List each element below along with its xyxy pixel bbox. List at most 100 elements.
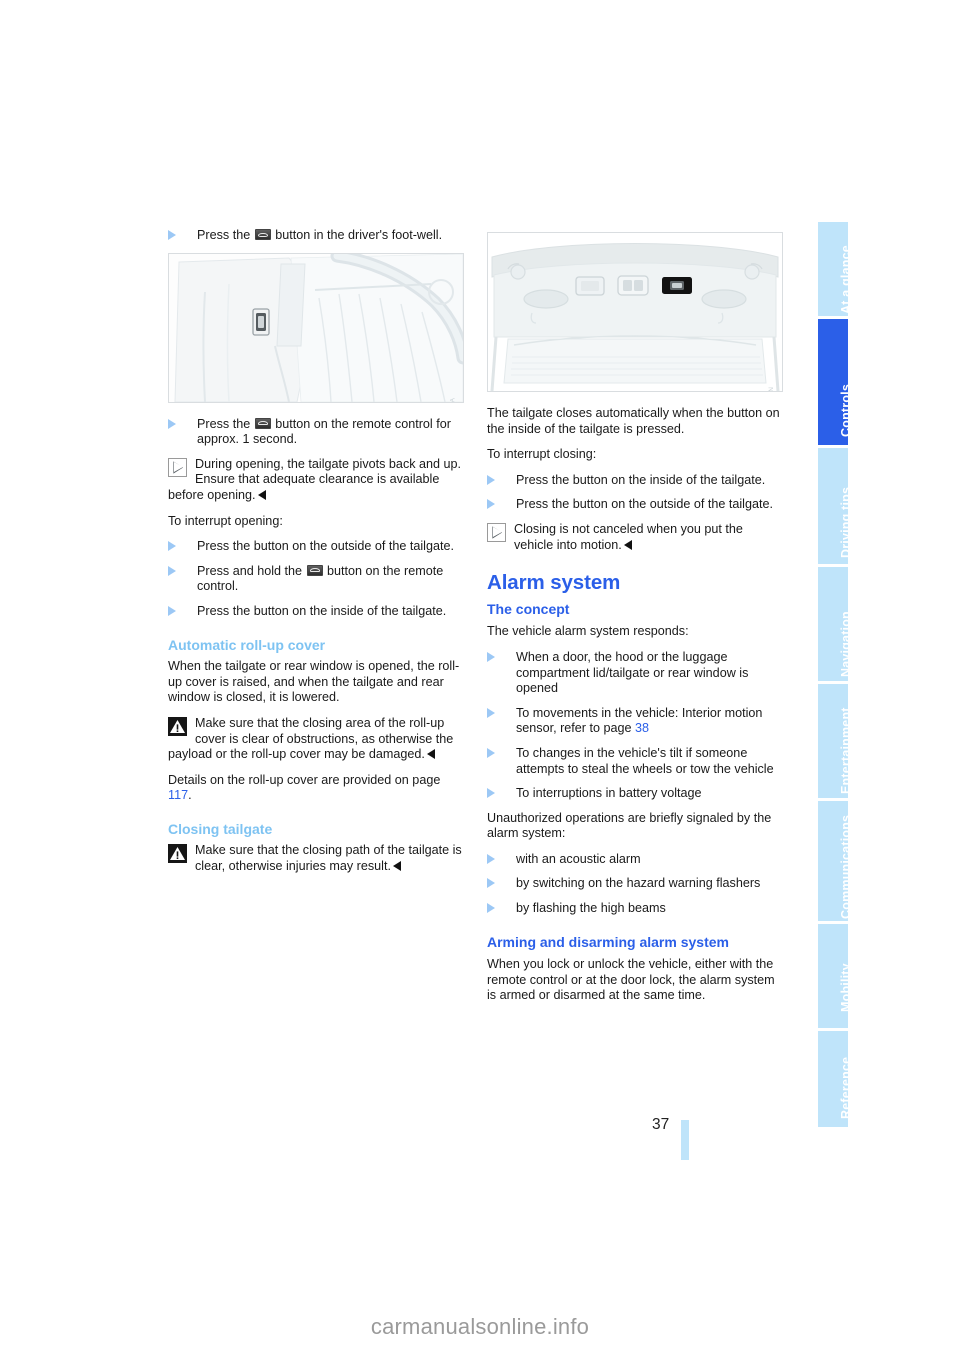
tailgate-button-icon: [254, 229, 271, 240]
list-item: with an acoustic alarm: [487, 852, 783, 868]
note-triangle-icon: [168, 457, 187, 477]
page-number-rule: [681, 1120, 689, 1160]
list-item: Press the button on the inside of the ta…: [487, 473, 783, 489]
figure-tailgate-inside: MPB4811CAN: [487, 232, 783, 392]
list-item: Press the button on the outside of the t…: [168, 539, 464, 555]
site-watermark: carmanualsonline.info: [370, 1314, 590, 1339]
footwell-illustration: [169, 253, 463, 402]
sidebar-tab-label: Mobility: [839, 962, 853, 1012]
bullet-text-pre: Press and hold the: [197, 563, 303, 578]
sidebar-tab-label: Navigation: [839, 611, 853, 677]
warning-text: Make sure that the closing area of the r…: [168, 715, 454, 762]
bullet-triangle-icon: [168, 565, 176, 576]
sidebar-tab-communications[interactable]: Communications: [818, 800, 853, 921]
bullet-triangle-icon: [487, 747, 495, 758]
sidebar-tab-entertainment[interactable]: Entertainment: [818, 683, 853, 798]
note-block: Closing is not canceled when you put the…: [487, 522, 783, 553]
bullet-text: To changes in the vehicle's tilt if some…: [516, 745, 774, 776]
interrupt-opening-label: To interrupt opening:: [168, 513, 283, 528]
sidebar-tab-label: Entertainment: [839, 707, 853, 794]
bullet-triangle-icon: [168, 541, 176, 552]
end-marker-icon: [623, 539, 632, 550]
sidebar-tab-reference[interactable]: Reference: [818, 1030, 853, 1127]
bullet-triangle-icon: [487, 853, 495, 864]
warning-block: Make sure that the closing path of the t…: [168, 843, 464, 874]
sidebar-tab-label: Communications: [839, 814, 853, 919]
list-item: Press the button on the outside of the t…: [487, 497, 783, 513]
bullet-text: Press the button on the outside of the t…: [197, 539, 454, 554]
figure-watermark: MPB4800VA: [445, 398, 461, 402]
bullet-text: with an acoustic alarm: [516, 851, 641, 866]
end-marker-icon: [426, 749, 435, 760]
page-reference-link[interactable]: 117: [168, 788, 188, 802]
bullet-triangle-icon: [487, 707, 495, 718]
left-text-column: Press the button in the driver's foot-we…: [168, 228, 464, 885]
right-text-column: MPB4811CAN The tailgate closes automatic…: [487, 228, 783, 1014]
list-item: by switching on the hazard warning flash…: [487, 876, 783, 892]
remote-tailgate-button-icon: [306, 564, 323, 576]
bullet-triangle-icon: [487, 474, 495, 485]
bullet-triangle-icon: [487, 499, 495, 510]
figure-drivers-footwell: MPB4800VA: [168, 252, 464, 403]
heading-arming-disarming: Arming and disarming alarm system: [487, 933, 729, 950]
sidebar-tab-controls[interactable]: Controls: [818, 319, 853, 446]
tailgate-illustration: [488, 233, 782, 391]
bullet-triangle-icon: [168, 418, 176, 429]
list-item: by flashing the high beams: [487, 901, 783, 917]
note-text: During opening, the tailgate pivots back…: [168, 456, 462, 502]
bullet-triangle-icon: [487, 651, 495, 662]
sidebar-tab-at-a-glance[interactable]: At a glance: [818, 222, 853, 317]
list-item: To interruptions in battery voltage: [487, 786, 783, 802]
roll-up-details-paragraph: Details on the roll-up cover are provide…: [168, 773, 464, 804]
auto-close-paragraph: The tailgate closes automatically when t…: [487, 406, 780, 436]
heading-automatic-roll-up-cover: Automatic roll-up cover: [168, 636, 326, 653]
details-text-pre: Details on the roll-up cover are provide…: [168, 772, 441, 787]
sidebar-tab-label: Reference: [839, 1056, 853, 1119]
page-reference-link[interactable]: 38: [635, 721, 649, 735]
sidebar-tab-driving-tips[interactable]: Driving tips: [818, 448, 853, 564]
bullet-text: Press the button on the inside of the ta…: [197, 603, 447, 618]
bullet-text: by flashing the high beams: [516, 901, 666, 916]
list-item: To changes in the vehicle's tilt if some…: [487, 746, 783, 777]
bullet-text: Press the button on the outside of the t…: [516, 497, 773, 512]
sidebar-tab-label: Driving tips: [839, 486, 853, 559]
remote-tailgate-button-icon: [254, 417, 271, 429]
end-marker-icon: [257, 489, 266, 500]
warning-triangle-icon: [168, 844, 187, 864]
bullet-text-pre: Press the: [197, 228, 251, 242]
bullet-text-post: button in the driver's foot-well.: [275, 228, 443, 242]
bullet-text: Press the button on the inside of the ta…: [516, 472, 766, 487]
note-block: During opening, the tailgate pivots back…: [168, 457, 464, 504]
bullet-triangle-icon: [487, 788, 495, 799]
bullet-triangle-icon: [168, 230, 176, 240]
note-triangle-icon: [487, 522, 506, 542]
interrupt-closing-label: To interrupt closing:: [487, 447, 597, 462]
figure-watermark: MPB4811CAN: [764, 387, 780, 391]
bullet-triangle-icon: [487, 878, 495, 889]
list-item: Press the button on the remote control f…: [168, 417, 464, 448]
sidebar-tab-label: Controls: [839, 384, 853, 438]
manual-page: At a glance Controls Driving tips Naviga…: [0, 0, 960, 1358]
heading-closing-tailgate: Closing tailgate: [168, 820, 273, 837]
arming-paragraph: When you lock or unlock the vehicle, eit…: [487, 957, 775, 1003]
concept-intro-paragraph: The vehicle alarm system responds:: [487, 624, 689, 639]
sidebar-tab-label: At a glance: [839, 245, 853, 314]
list-item: When a door, the hood or the luggage com…: [487, 650, 783, 697]
section-tab-rail: At a glance Controls Driving tips Naviga…: [818, 222, 853, 1130]
bullet-triangle-icon: [487, 903, 495, 914]
details-text-post: .: [188, 788, 192, 803]
heading-alarm-system: Alarm system: [487, 571, 621, 595]
heading-the-concept: The concept: [487, 600, 570, 617]
unauthorized-intro-paragraph: Unauthorized operations are briefly sign…: [487, 810, 772, 841]
page-number: 37: [652, 1116, 670, 1133]
bullet-text: To interruptions in battery voltage: [516, 786, 702, 801]
list-item: Press the button in the driver's foot-we…: [168, 228, 464, 244]
sidebar-tab-mobility[interactable]: Mobility: [818, 923, 853, 1028]
bullet-text-pre: Press the: [197, 416, 251, 431]
sidebar-tab-navigation[interactable]: Navigation: [818, 566, 853, 681]
bullet-text: When a door, the hood or the luggage com…: [516, 649, 749, 696]
bullet-triangle-icon: [168, 605, 176, 616]
end-marker-icon: [392, 861, 401, 872]
list-item: Press the button on the inside of the ta…: [168, 604, 464, 620]
warning-triangle-icon: [168, 716, 187, 736]
